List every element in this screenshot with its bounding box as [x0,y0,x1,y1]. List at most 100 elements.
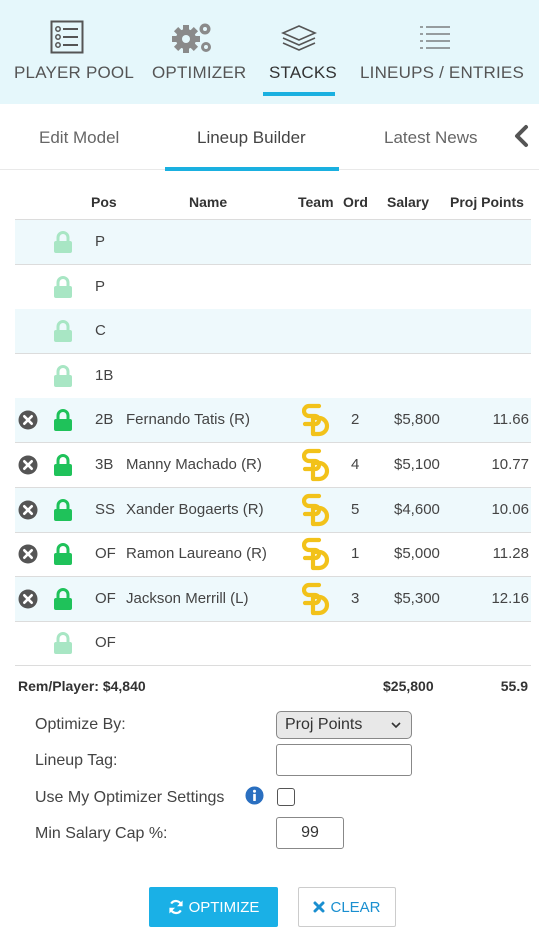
batting-order: 3 [351,589,360,607]
remaining-per-player: Rem/Player: $4,840 [18,678,146,694]
tab-latest-news[interactable]: Latest News [384,128,478,148]
player-proj-points: 11.28 [492,545,529,563]
clear-button[interactable]: CLEAR [298,887,396,927]
nav-active-indicator [263,92,335,96]
lineup-tag-label: Lineup Tag: [35,752,118,769]
player-salary: $5,000 [394,545,440,563]
remove-player-icon[interactable] [18,455,38,475]
nav-label-optimizer: OPTIMIZER [152,63,247,82]
total-salary: $25,800 [383,678,434,694]
header-name: Name [189,194,228,210]
player-salary: $5,800 [394,411,440,429]
close-icon [313,901,325,913]
padres-logo-icon [302,448,330,482]
player-proj-points: 10.06 [491,500,529,518]
lock-icon-unlocked[interactable] [53,320,73,343]
lineup-tag-input[interactable] [276,744,412,776]
player-pool-icon [50,20,84,54]
player-proj-points: 11.66 [492,411,529,429]
remove-player-icon[interactable] [18,410,38,430]
batting-order: 5 [351,500,360,518]
padres-logo-icon [302,538,330,571]
player-name[interactable]: Fernando Tatis (R) [126,398,250,442]
row-pos: P [95,233,106,250]
table-row: P [15,220,531,265]
player-salary: $5,300 [394,589,440,607]
player-name[interactable]: Manny Machado (R) [126,443,262,487]
tab-lineup-builder[interactable]: Lineup Builder [197,128,306,148]
refresh-icon [168,899,183,915]
gears-icon [172,23,211,53]
chevron-left-icon[interactable] [512,124,530,148]
optimize-button-label: OPTIMIZE [188,898,260,916]
nav-player-pool[interactable]: PLAYER POOL [0,0,134,100]
header-proj: Proj Points [450,194,524,210]
totals-row: Rem/Player: $4,840 $25,800 55.9 [15,666,531,704]
row-pos: SS [95,500,116,518]
chevron-down-icon [391,722,401,729]
table-header: Pos Name Team Ord Salary Proj Points [15,176,531,220]
nav-stacks[interactable]: STACKS [258,0,340,100]
player-salary: $5,100 [394,456,440,473]
remove-player-icon[interactable] [18,500,38,520]
nav-optimizer[interactable]: OPTIMIZER [140,0,250,100]
player-name[interactable]: Jackson Merrill (L) [126,577,249,621]
tab-edit-model[interactable]: Edit Model [39,128,119,148]
table-row: 3B Manny Machado (R) 4 $5,100 10.77 [15,443,531,488]
lock-icon[interactable] [53,543,73,566]
table-row: P [15,265,531,310]
player-proj-points: 10.77 [491,456,529,473]
lock-icon-unlocked[interactable] [53,364,73,388]
lock-icon[interactable] [53,498,73,522]
row-pos: C [95,322,106,340]
optimize-by-select[interactable]: Proj Points [276,711,412,739]
subtabs: Edit Model Lineup Builder Latest News [0,104,539,171]
use-optimizer-settings-checkbox[interactable] [277,788,295,806]
info-icon[interactable] [245,786,264,805]
padres-logo-icon [302,404,330,437]
batting-order: 1 [351,545,360,563]
optimize-button[interactable]: OPTIMIZE [149,887,278,927]
table-row: C [15,309,531,355]
row-pos: 3B [95,456,114,473]
table-row: OF Ramon Laureano (R) 1 $5,000 11.28 [15,532,531,578]
padres-logo-icon [302,582,330,615]
row-pos: OF [95,545,116,563]
player-name[interactable]: Ramon Laureano (R) [126,532,267,576]
stacks-icon [281,25,317,51]
player-name[interactable]: Xander Bogaerts (R) [126,488,264,532]
top-nav: PLAYER POOL OPTIMIZER STACKS LINEUPS / E… [0,0,539,104]
lock-icon[interactable] [53,454,73,477]
header-salary: Salary [387,194,430,210]
lineups-list-icon [420,26,450,49]
table-row: 1B [15,354,531,399]
row-pos: P [95,277,106,295]
lock-icon[interactable] [53,587,73,611]
batting-order: 2 [351,411,360,429]
optimize-by-value: Proj Points [285,716,363,733]
padres-logo-icon [302,493,330,526]
lock-icon[interactable] [53,409,73,432]
remove-player-icon[interactable] [18,544,38,564]
min-salary-cap-input[interactable]: 99 [276,817,344,849]
header-ord: Ord [343,194,368,210]
lock-icon-unlocked[interactable] [53,275,73,299]
table-row: 2B Fernando Tatis (R) 2 $5,800 11.66 [15,398,531,444]
remove-player-icon[interactable] [18,589,38,609]
nav-lineups-entries[interactable]: LINEUPS / ENTRIES [350,0,524,100]
header-pos: Pos [91,194,117,210]
row-pos: OF [95,589,116,607]
row-pos: 2B [95,411,114,429]
row-pos: 1B [95,366,114,384]
table-row: OF [15,621,531,667]
batting-order: 4 [351,456,360,473]
nav-label-player-pool: PLAYER POOL [14,63,134,82]
optimize-by-label: Optimize By: [35,716,126,733]
lock-icon-unlocked[interactable] [53,632,73,655]
header-team: Team [298,194,334,210]
lock-icon-unlocked[interactable] [53,231,73,254]
nav-label-lineups-entries: LINEUPS / ENTRIES [360,63,524,82]
total-proj-points: 55.9 [500,678,528,694]
tab-active-indicator [165,167,339,171]
row-pos: OF [95,634,116,652]
